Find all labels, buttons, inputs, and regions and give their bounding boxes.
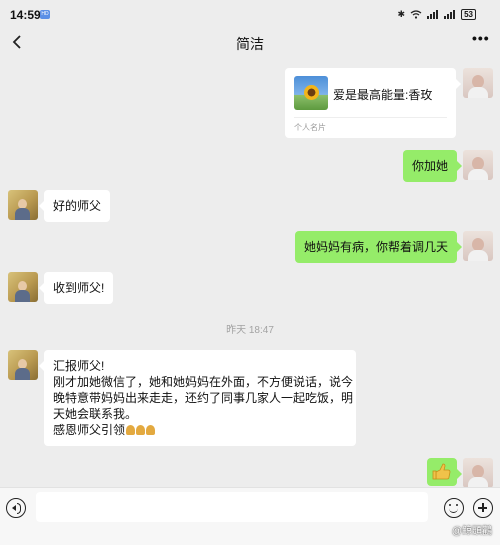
more-dots-icon[interactable]: ••• [472, 31, 489, 48]
chat-header: 简洁 ••• [0, 28, 500, 58]
divider [294, 117, 447, 118]
watermark: @鲸頭鸛 [451, 526, 492, 537]
my-avatar[interactable] [463, 231, 493, 261]
message-input[interactable] [36, 492, 428, 522]
my-avatar[interactable] [463, 68, 493, 98]
battery-icon: 53 [461, 9, 476, 20]
contact-avatar[interactable] [8, 350, 38, 380]
contact-card-name: 爱是最高能量:香玫 [333, 88, 433, 102]
sunflower-avatar-icon [294, 76, 328, 110]
message-text: 汇报师父! [53, 359, 105, 373]
signal-icon [444, 10, 456, 19]
contact-avatar[interactable] [8, 272, 38, 302]
message-text: 感恩师父引领 [53, 423, 126, 437]
message-bubble-received[interactable]: 汇报师父! 刚才加她微信了，她和她妈妈在外面，不方便说话，说今 晚特意带妈妈出来… [39, 350, 356, 446]
message-text: 晚特意带妈妈出来走走，还约了同事几家人一起吃饭，明 [53, 391, 354, 405]
plus-icon[interactable] [473, 498, 493, 518]
status-time: 14:59 [10, 8, 41, 22]
bluetooth-icon: ✱ [397, 9, 406, 20]
message-timestamp: 昨天 18:47 [226, 325, 274, 336]
status-icons: ✱ 53 [398, 9, 476, 20]
message-bubble-sent[interactable]: 她妈妈有病，你帮着调几天 [294, 231, 463, 263]
contact-card-label: 个人名片 [294, 123, 326, 132]
folded-hands-icon [146, 425, 156, 435]
contact-card[interactable]: 爱是最高能量:香玫 个人名片 [285, 68, 461, 138]
contact-avatar[interactable] [8, 190, 38, 220]
message-text: 好的师父 [53, 199, 102, 213]
message-text: 刚才加她微信了，她和她妈妈在外面，不方便说话，说今 [53, 375, 354, 389]
message-bubble-sent[interactable]: 你加她 [402, 150, 463, 182]
app-indicator-icon: HD [40, 10, 50, 19]
chat-title: 简洁 [236, 36, 264, 52]
message-text: 收到师父! [53, 281, 105, 295]
wifi-icon [410, 10, 422, 19]
signal-icon [427, 10, 439, 19]
folded-hands-icon [136, 425, 146, 435]
message-bubble-sent[interactable] [427, 458, 462, 486]
my-avatar[interactable] [463, 150, 493, 180]
emoji-icon[interactable] [444, 498, 464, 518]
thumbs-up-icon [432, 463, 451, 480]
my-avatar[interactable] [463, 458, 493, 488]
message-line: 感恩师父引领 [53, 422, 347, 438]
message-bubble-received[interactable]: 收到师父! [38, 272, 114, 304]
message-text: 她妈妈有病，你帮着调几天 [303, 240, 448, 254]
status-bar: 14:59 HD ✱ 53 [0, 0, 500, 28]
message-bubble-received[interactable]: 好的师父 [38, 190, 111, 222]
message-text: 天她会联系我。 [53, 407, 138, 421]
message-text: 你加她 [411, 159, 448, 173]
folded-hands-icon [126, 425, 136, 435]
voice-icon[interactable] [6, 498, 26, 518]
input-bar [0, 487, 500, 545]
